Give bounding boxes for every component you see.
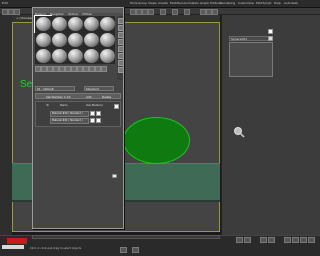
zoom-icon[interactable] — [233, 126, 245, 138]
sub-material-1-color[interactable] — [90, 111, 95, 116]
material-editor-bottom-button[interactable] — [112, 174, 117, 178]
menu-views[interactable]: Views — [148, 1, 157, 5]
next-frame-icon[interactable] — [268, 237, 275, 243]
menu-group[interactable]: Group — [138, 1, 147, 5]
object-name-field[interactable]: Sphere001 — [229, 36, 273, 41]
material-sphere — [52, 49, 67, 63]
sample-slot[interactable] — [35, 32, 51, 48]
material-sphere — [100, 33, 115, 47]
menu-tools[interactable]: Tools — [130, 1, 137, 5]
material-toolbar — [35, 66, 121, 72]
sample-slot[interactable] — [99, 48, 115, 64]
sub-material-1-button[interactable]: Material #40 ( Standard ) — [50, 111, 89, 117]
pan-view-icon[interactable] — [292, 237, 299, 243]
sample-slot[interactable] — [67, 48, 83, 64]
material-sphere — [36, 33, 51, 47]
add-button[interactable]: Add — [86, 95, 91, 99]
sample-slot[interactable] — [83, 48, 99, 64]
color-swatch[interactable] — [268, 29, 273, 34]
set-number-label: Set Number — [46, 95, 63, 99]
auto-key-button[interactable] — [236, 237, 243, 243]
on-off-checkbox[interactable] — [114, 104, 119, 109]
video-check-icon[interactable] — [118, 46, 124, 52]
sample-slots-grid — [34, 15, 117, 64]
sample-slot[interactable] — [51, 32, 67, 48]
zoom-extents-icon[interactable] — [284, 237, 291, 243]
sample-slot[interactable] — [67, 16, 83, 32]
menu-autodesk[interactable]: Autodesk — [284, 1, 298, 5]
sample-slot[interactable] — [35, 48, 51, 64]
material-sphere — [84, 49, 99, 63]
name-header[interactable]: Name — [60, 104, 68, 107]
menu-edit[interactable]: Edit — [2, 1, 8, 5]
sample-slot[interactable] — [34, 15, 52, 33]
id-header[interactable]: ID — [46, 104, 49, 107]
menu-create[interactable]: Create — [158, 1, 168, 5]
material-sphere — [100, 17, 115, 31]
sub-material-2-color[interactable] — [90, 118, 95, 123]
material-sphere — [84, 17, 99, 31]
sample-slot[interactable] — [51, 48, 67, 64]
menu-help[interactable]: Help — [274, 1, 281, 5]
set-key-button[interactable] — [244, 237, 251, 243]
time-slider[interactable] — [32, 235, 220, 239]
delete-button[interactable]: Delete — [102, 95, 111, 99]
object-color-swatch[interactable] — [268, 36, 273, 41]
menu-graph-editors[interactable]: Graph Editors — [200, 1, 221, 5]
absolute-mode-icon[interactable] — [132, 247, 139, 253]
left-strip — [0, 15, 12, 235]
menu-maxscript[interactable]: MAXScript — [256, 1, 271, 5]
backlight-icon[interactable] — [118, 25, 124, 31]
sub-material-header[interactable]: Sub-Material — [86, 104, 102, 107]
record-indicator[interactable] — [7, 238, 27, 244]
sample-slot[interactable] — [83, 16, 99, 32]
sample-slot[interactable] — [51, 16, 67, 32]
material-sphere — [52, 33, 67, 47]
sample-slot[interactable] — [83, 32, 99, 48]
set-number-value[interactable]: 1-10 — [64, 95, 70, 99]
maxscript-listener[interactable] — [2, 245, 24, 249]
sample-slot[interactable] — [99, 32, 115, 48]
material-sphere — [36, 17, 51, 31]
material-sphere — [100, 49, 115, 63]
make-preview-icon[interactable] — [118, 53, 124, 59]
sample-type-icon[interactable] — [118, 18, 124, 24]
material-sphere — [68, 49, 83, 63]
material-sphere — [68, 33, 83, 47]
maximize-viewport-icon[interactable] — [308, 237, 315, 243]
sub-material-2-button[interactable]: Material #41 ( Standard ) — [50, 118, 89, 124]
multi-sub-object-rollout[interactable]: Set Number 1-10 Add Delete — [35, 93, 121, 99]
material-name-field[interactable]: 01 - Default — [35, 86, 75, 91]
menu-animation[interactable]: Animation — [184, 1, 199, 5]
lock-selection-icon[interactable] — [120, 247, 127, 253]
sample-slot[interactable] — [99, 16, 115, 32]
go-forward-icon[interactable] — [101, 66, 107, 72]
uv-tiling-icon[interactable] — [118, 39, 124, 45]
material-sphere — [52, 17, 67, 31]
sub-material-list: ID Name Sub-Material Material #40 ( Stan… — [35, 101, 121, 127]
material-sphere — [84, 33, 99, 47]
orbit-icon[interactable] — [300, 237, 307, 243]
material-sphere — [68, 17, 83, 31]
menu-rendering[interactable]: Rendering — [220, 1, 235, 5]
material-type-button[interactable]: Standard — [84, 86, 114, 91]
sub-material-2-toggle[interactable] — [96, 118, 101, 123]
play-icon[interactable] — [260, 237, 267, 243]
menu-customize[interactable]: Customize — [238, 1, 254, 5]
background-icon[interactable] — [118, 32, 124, 38]
material-sphere — [36, 49, 51, 63]
prompt-line: Click or click-and-drag to select object… — [30, 247, 82, 250]
menu-modifiers[interactable]: Modifiers — [170, 1, 184, 5]
modifier-stack-list[interactable] — [229, 42, 273, 77]
sample-slot[interactable] — [67, 32, 83, 48]
sub-material-1-toggle[interactable] — [96, 111, 101, 116]
green-ellipse-object[interactable] — [123, 117, 190, 164]
